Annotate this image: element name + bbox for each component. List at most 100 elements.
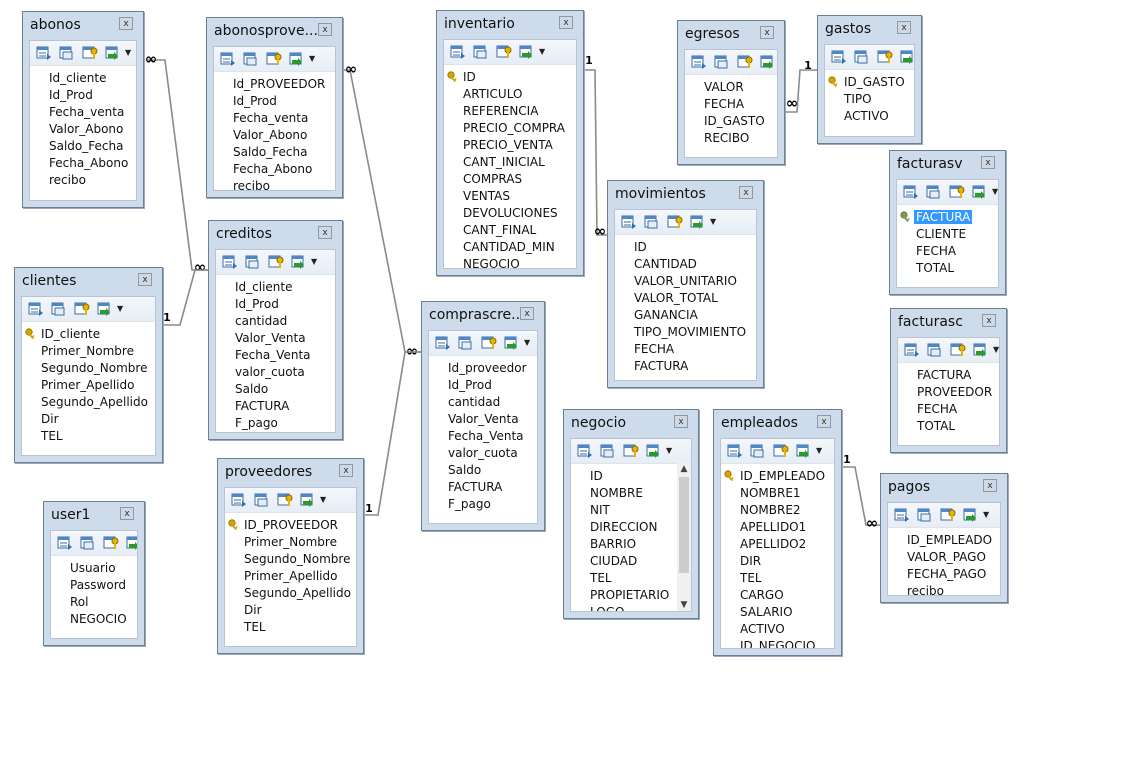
insert-column-icon[interactable] xyxy=(646,443,662,458)
column-row[interactable]: Valor_Venta xyxy=(216,330,335,347)
column-row[interactable]: Fecha_venta xyxy=(214,110,335,127)
chevron-down-icon[interactable]: ▼ xyxy=(816,446,822,455)
table-properties-icon[interactable] xyxy=(458,335,474,350)
column-row[interactable]: VALOR_PAGO xyxy=(888,549,1000,566)
column-row[interactable]: Segundo_Nombre xyxy=(22,360,155,377)
close-icon[interactable]: x xyxy=(674,415,688,428)
primary-key-icon[interactable] xyxy=(268,254,284,268)
table-header[interactable]: movimientos x xyxy=(608,181,763,209)
column-row[interactable]: ID_cliente xyxy=(22,326,155,343)
primary-key-icon[interactable] xyxy=(103,535,119,549)
primary-key-icon[interactable] xyxy=(481,335,497,349)
column-row[interactable]: CANT_FINAL xyxy=(444,222,576,239)
column-row[interactable]: Valor_Abono xyxy=(214,127,335,144)
primary-key-icon[interactable] xyxy=(950,342,966,356)
chevron-down-icon[interactable]: ▼ xyxy=(710,217,716,226)
column-row[interactable]: Saldo_Fecha xyxy=(214,144,335,161)
column-row[interactable]: Fecha_Venta xyxy=(429,428,537,445)
chevron-down-icon[interactable]: ▼ xyxy=(117,304,123,313)
column-row[interactable]: Valor_Abono xyxy=(30,121,136,138)
column-row[interactable]: Primer_Apellido xyxy=(225,568,356,585)
close-icon[interactable]: x xyxy=(739,186,753,199)
column-row[interactable]: valor_cuota xyxy=(429,445,537,462)
table-header[interactable]: empleados x xyxy=(714,410,841,438)
column-row[interactable]: ID xyxy=(615,239,756,256)
table-properties-icon[interactable] xyxy=(927,342,943,357)
table-creditos[interactable]: creditos x ▼ Id_cliente Id_Prod cantidad Valor… xyxy=(208,220,343,440)
chevron-down-icon[interactable]: ▼ xyxy=(539,47,545,56)
column-row[interactable]: COMPRAS xyxy=(444,171,576,188)
primary-key-icon[interactable] xyxy=(940,507,956,521)
column-row[interactable]: ACTIVO xyxy=(721,621,834,638)
column-row[interactable]: VENTAS xyxy=(444,188,576,205)
column-row[interactable]: FACTURA xyxy=(898,367,999,384)
table-facturasc[interactable]: facturasc x ▼ FACTURA PROVEEDOR FECHA TOTAL xyxy=(890,308,1007,453)
table-facturasv[interactable]: facturasv x ▼ FACTURA CLIENTE FECHA TOTAL xyxy=(889,150,1006,295)
scroll-down-icon[interactable]: ▼ xyxy=(677,599,691,611)
column-row[interactable]: FACTURA xyxy=(615,358,756,375)
table-view-icon[interactable] xyxy=(903,184,919,199)
close-icon[interactable]: x xyxy=(897,21,911,34)
table-view-icon[interactable] xyxy=(577,443,593,458)
table-comprascreditos[interactable]: comprascre... x ▼ Id_proveedor Id_Prod cantid… xyxy=(421,301,545,531)
primary-key-icon[interactable] xyxy=(74,301,90,315)
insert-column-icon[interactable] xyxy=(972,184,988,199)
column-row[interactable]: TIPO xyxy=(825,91,914,108)
column-row[interactable]: SALARIO xyxy=(721,604,834,621)
table-header[interactable]: proveedores x xyxy=(218,459,363,487)
insert-column-icon[interactable] xyxy=(291,254,307,269)
column-row[interactable]: TIPO_MOVIMIENTO xyxy=(615,324,756,341)
column-row[interactable]: Segundo_Apellido xyxy=(225,585,356,602)
column-row[interactable]: cantidad xyxy=(429,394,537,411)
chevron-down-icon[interactable]: ▼ xyxy=(524,338,530,347)
column-row[interactable]: DIRECCION xyxy=(571,519,691,536)
primary-key-icon[interactable] xyxy=(623,443,639,457)
column-row[interactable]: PROVEEDOR xyxy=(898,384,999,401)
table-pagos[interactable]: pagos x ▼ ID_EMPLEADO VALOR_PAGO FECHA_PAGO re… xyxy=(880,473,1008,603)
chevron-down-icon[interactable]: ▼ xyxy=(311,257,317,266)
chevron-down-icon[interactable]: ▼ xyxy=(125,48,131,57)
insert-column-icon[interactable] xyxy=(300,492,316,507)
table-header[interactable]: comprascre... x xyxy=(422,302,544,330)
close-icon[interactable]: x xyxy=(817,415,831,428)
table-view-icon[interactable] xyxy=(450,44,466,59)
column-row[interactable]: recibo xyxy=(30,172,136,189)
column-row[interactable]: cantidad xyxy=(216,313,335,330)
table-view-icon[interactable] xyxy=(231,492,247,507)
table-header[interactable]: negocio x xyxy=(564,410,698,438)
table-properties-icon[interactable] xyxy=(917,507,933,522)
column-row[interactable]: Fecha_Abono xyxy=(214,161,335,178)
table-properties-icon[interactable] xyxy=(644,214,660,229)
table-abonosproveedores[interactable]: abonosprove... x ▼ Id_PROVEEDOR Id_Prod Fecha… xyxy=(206,17,343,198)
column-row[interactable]: Rol xyxy=(51,594,137,611)
column-row[interactable]: Fecha_Venta xyxy=(216,347,335,364)
table-properties-icon[interactable] xyxy=(51,301,67,316)
close-icon[interactable]: x xyxy=(318,226,332,239)
table-movimientos[interactable]: movimientos x ▼ ID CANTIDAD VALOR_UNITARIO VAL… xyxy=(607,180,764,388)
chevron-down-icon[interactable]: ▼ xyxy=(320,495,326,504)
column-row[interactable]: Primer_Nombre xyxy=(22,343,155,360)
table-header[interactable]: user1 x xyxy=(44,502,144,530)
table-view-icon[interactable] xyxy=(28,301,44,316)
table-view-icon[interactable] xyxy=(621,214,637,229)
column-row[interactable]: FECHA xyxy=(897,243,998,260)
column-row[interactable]: GANANCIA xyxy=(615,307,756,324)
column-row[interactable]: Password xyxy=(51,577,137,594)
column-row[interactable]: Id_Prod xyxy=(429,377,537,394)
column-row[interactable]: CANT_INICIAL xyxy=(444,154,576,171)
column-row[interactable]: Id_cliente xyxy=(30,70,136,87)
column-row[interactable]: TEL xyxy=(22,428,155,445)
insert-column-icon[interactable] xyxy=(796,443,812,458)
column-row[interactable]: Segundo_Apellido xyxy=(22,394,155,411)
table-properties-icon[interactable] xyxy=(80,535,96,550)
column-row[interactable]: ID_GASTO xyxy=(825,74,914,91)
column-row[interactable]: ID_EMPLEADO xyxy=(888,532,1000,549)
column-row[interactable]: Saldo xyxy=(429,462,537,479)
insert-column-icon[interactable] xyxy=(126,535,137,550)
primary-key-icon[interactable] xyxy=(277,492,293,506)
column-row[interactable]: Id_cliente xyxy=(216,279,335,296)
insert-column-icon[interactable] xyxy=(504,335,520,350)
column-row[interactable]: Id_Prod xyxy=(30,87,136,104)
close-icon[interactable]: x xyxy=(339,464,353,477)
table-gastos[interactable]: gastos x ▼ ID_GASTO TIPO ACTIVO xyxy=(817,15,922,144)
